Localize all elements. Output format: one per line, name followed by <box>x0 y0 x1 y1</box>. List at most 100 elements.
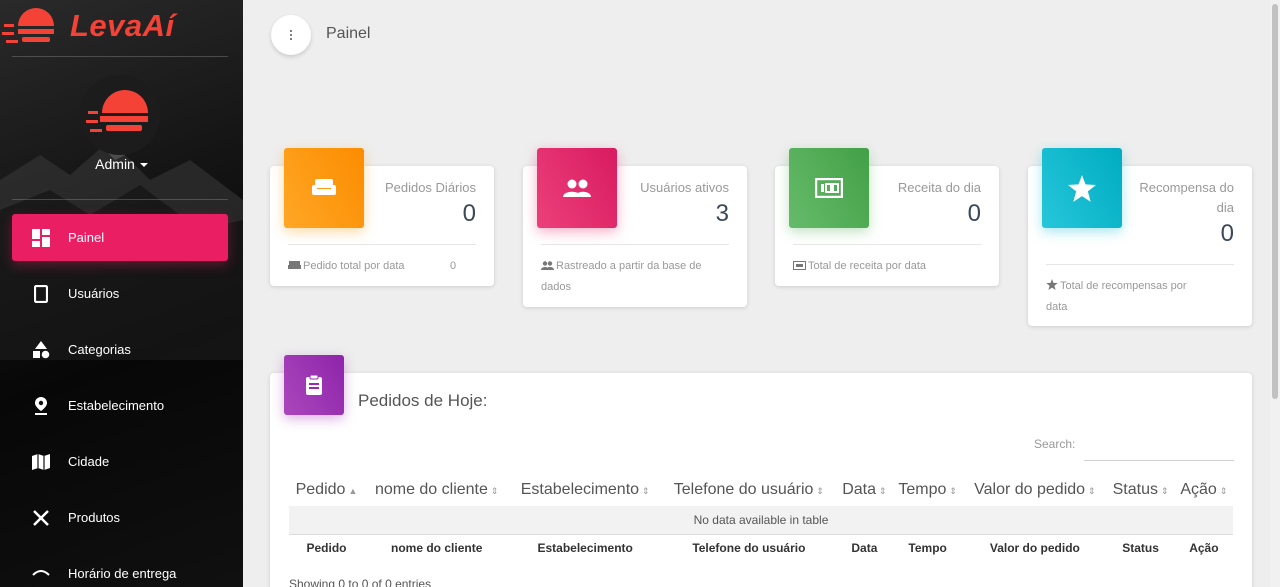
divider <box>288 244 476 245</box>
sidebar-item-usuarios[interactable]: Usuários <box>12 270 228 317</box>
column-label: Estabelecimento <box>520 480 640 498</box>
more-vertical-icon <box>290 30 292 32</box>
column-header-tempo[interactable]: Tempo ⇕ <box>892 473 963 506</box>
stat-card-recompensa: Recompensa do dia 0 Total de recompensas… <box>1028 148 1252 326</box>
column-header-acao[interactable]: Ação ⇕ <box>1175 473 1233 506</box>
caret-down-icon <box>139 163 148 168</box>
footer-cell: Status <box>1106 533 1175 562</box>
more-dot <box>290 38 292 40</box>
column-label: nome do cliente <box>374 480 488 498</box>
sort-icon: ⇕ <box>490 485 499 496</box>
scrollbar-thumb[interactable] <box>1272 4 1278 399</box>
sidebar-item-horario[interactable]: Horário de entrega <box>12 550 228 587</box>
star-icon <box>1042 148 1122 228</box>
column-label: Telefone do usuário <box>673 480 814 498</box>
column-label: Tempo <box>898 480 947 498</box>
column-label: Valor do pedido <box>974 480 1086 498</box>
sidebar-nav: Painel Usuários Categorias Estabelecimen… <box>12 214 228 587</box>
stat-card-pedidos: Pedidos Diários 0 Pedido total por data … <box>270 148 494 286</box>
more-dot <box>290 34 292 36</box>
sidebar-item-label: Estabelecimento <box>68 398 165 413</box>
column-header-cliente[interactable]: nome do cliente ⇕ <box>364 473 509 506</box>
people-icon <box>541 257 554 277</box>
stat-title: Recompensa do dia <box>1139 180 1234 215</box>
sort-icon: ⇕ <box>1219 485 1228 496</box>
stat-footer: Rastreado a partir da base de dados <box>541 256 721 297</box>
empty-row: No data available in table <box>289 506 1233 534</box>
stat-card-receita: Receita do dia 0 Total de receita por da… <box>775 148 999 286</box>
sort-icon: ⇕ <box>1160 485 1169 496</box>
search-input[interactable] <box>1084 431 1234 461</box>
location-pin-icon <box>30 395 52 417</box>
sidebar-item-label: Cidade <box>68 454 110 469</box>
stat-footer-value: 0 <box>450 260 457 272</box>
sidebar-item-produtos[interactable]: Produtos <box>12 494 228 541</box>
column-header-estabelecimento[interactable]: Estabelecimento ⇕ <box>509 473 661 506</box>
column-label: Data <box>842 480 876 498</box>
footer-cell: nome do cliente <box>363 533 510 562</box>
sort-icon: ⇕ <box>879 485 887 496</box>
column-label: Pedido <box>295 480 346 498</box>
avatar[interactable] <box>80 75 160 155</box>
column-header-status[interactable]: Status ⇕ <box>1106 473 1174 506</box>
orders-card: Pedidos de Hoje: Search: Pedido ▲ nome do… <box>270 355 1252 587</box>
page-scrollbar[interactable] <box>1270 0 1280 587</box>
footer-cell: Ação <box>1174 533 1233 562</box>
sidebar-item-estabelecimento[interactable]: Estabelecimento <box>12 382 228 429</box>
brand-name: LevaAí <box>70 8 175 43</box>
stat-value: 0 <box>462 200 476 227</box>
empty-message: No data available in table <box>289 506 1233 534</box>
column-header-pedido[interactable]: Pedido ▲ <box>289 473 364 506</box>
stat-footer: Total de recompensas por data <box>1046 276 1206 317</box>
sidebar-item-label: Usuários <box>68 286 120 301</box>
map-icon <box>30 451 52 473</box>
delivery-icon <box>30 563 52 585</box>
sidebar-item-categorias[interactable]: Categorias <box>12 326 228 373</box>
sidebar-item-cidade[interactable]: Cidade <box>12 438 228 485</box>
stat-value: 0 <box>967 200 981 227</box>
sort-icon: ⇕ <box>642 485 650 496</box>
utensils-icon <box>30 507 52 529</box>
dashboard-icon <box>30 227 52 249</box>
star-icon <box>1046 277 1058 297</box>
column-header-telefone[interactable]: Telefone do usuário ⇕ <box>661 473 837 506</box>
footer-cell: Telefone do usuário <box>660 533 837 562</box>
stat-footer-text: Rastreado a partir da base de dados <box>541 260 702 293</box>
footer-cell: Valor do pedido <box>963 533 1107 562</box>
stat-footer: Pedido total por data 0 <box>288 256 478 277</box>
stat-title: Usuários ativos <box>640 180 729 195</box>
sort-icon: ⇕ <box>949 485 957 496</box>
sort-icon: ⇕ <box>1088 485 1096 496</box>
column-label: Status <box>1112 480 1158 498</box>
table-info: Showing 0 to 0 of 0 entries <box>289 577 432 587</box>
sidebar-item-label: Produtos <box>68 510 121 525</box>
sidebar-item-label: Categorias <box>68 342 131 357</box>
sidebar-toggle-button[interactable] <box>271 15 311 55</box>
user-menu[interactable]: Admin <box>0 156 243 172</box>
divider <box>12 199 228 200</box>
footer-cell: Pedido <box>289 533 364 562</box>
orders-title: Pedidos de Hoje: <box>358 391 488 410</box>
divider <box>541 244 729 245</box>
clipboard-icon <box>284 355 344 415</box>
money-icon <box>793 257 806 277</box>
user-name: Admin <box>95 156 135 172</box>
sidebar-item-label: Horário de entrega <box>68 566 177 581</box>
stat-title: Pedidos Diários <box>384 180 476 195</box>
stat-footer: Total de receita por data <box>793 256 983 277</box>
phone-icon <box>30 283 52 305</box>
brand-logo[interactable]: LevaAí <box>0 0 243 56</box>
column-header-valor[interactable]: Valor do pedido ⇕ <box>963 473 1106 506</box>
money-icon <box>789 148 869 228</box>
footer-row: Pedido nome do cliente Estabelecimento T… <box>289 533 1233 562</box>
stat-value: 3 <box>715 200 729 227</box>
search-label: Search: <box>1034 437 1076 451</box>
column-header-data[interactable]: Data ⇕ <box>837 473 892 506</box>
sidebar-item-painel[interactable]: Painel <box>12 214 228 261</box>
page-title: Painel <box>326 25 371 42</box>
category-icon <box>30 339 52 361</box>
stat-footer-text: Pedido total por data <box>303 260 405 272</box>
couch-icon <box>288 257 301 277</box>
orders-table: Pedido ▲ nome do cliente ⇕ Estabelecimento… <box>289 473 1233 562</box>
logo-icon <box>2 8 54 43</box>
